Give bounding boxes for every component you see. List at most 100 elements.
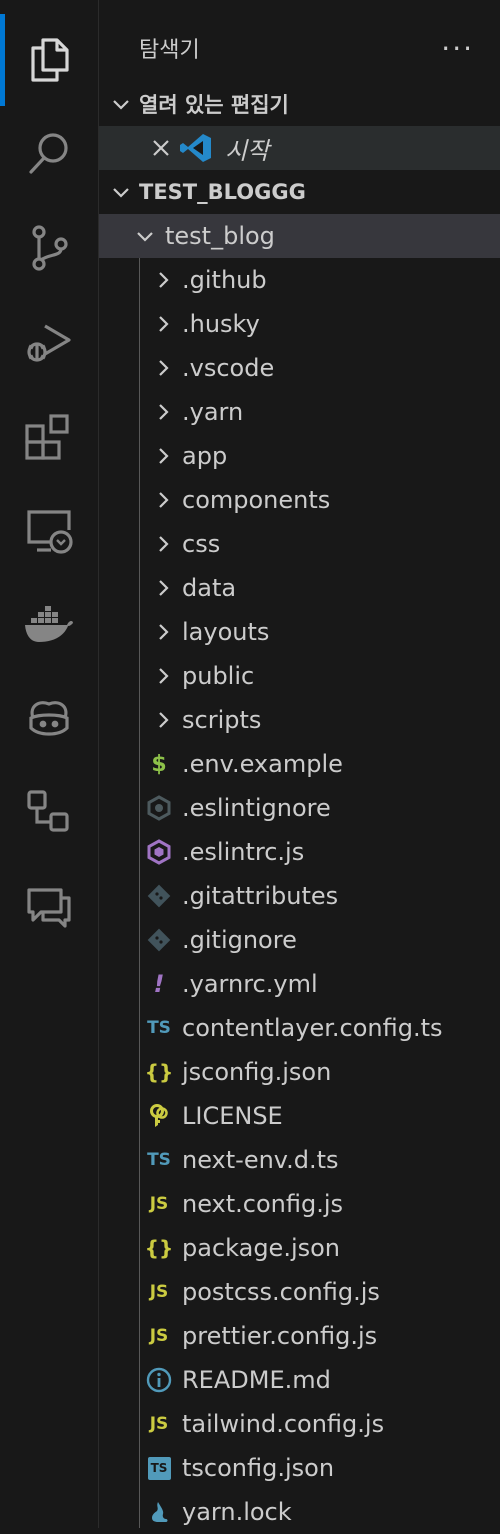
explorer-icon[interactable] — [0, 16, 98, 104]
explorer-sidebar: 탐색기 ··· 열려 있는 편집기 시작 TEST_BLOGGG test_bl… — [99, 0, 500, 1528]
typescript-icon: TS — [147, 1150, 171, 1170]
typescript-icon: TS — [147, 1018, 171, 1038]
git-icon — [147, 884, 171, 908]
folder-label: .github — [182, 266, 267, 294]
folder-row[interactable]: .vscode — [99, 346, 500, 390]
file-label: .gitignore — [182, 926, 297, 954]
file-row[interactable]: yarn.lock — [99, 1490, 500, 1534]
chevron-right-icon — [159, 580, 169, 596]
yarn-icon — [152, 1502, 168, 1522]
diagram-icon[interactable] — [0, 768, 98, 856]
javascript-icon: JS — [149, 1326, 169, 1346]
file-row[interactable]: .eslintignore — [99, 786, 500, 830]
chevron-right-icon — [159, 536, 169, 552]
file-label: .yarnrc.yml — [182, 970, 318, 998]
file-label: .env.example — [182, 750, 343, 778]
git-icon — [147, 928, 171, 952]
json-icon: {} — [144, 1060, 174, 1084]
file-row[interactable]: JS postcss.config.js — [99, 1270, 500, 1314]
remote-explorer-icon[interactable] — [0, 486, 98, 574]
chat-icon[interactable] — [0, 862, 98, 950]
folder-label: data — [182, 574, 237, 602]
github-copilot-icon[interactable] — [0, 674, 98, 762]
javascript-icon: JS — [149, 1414, 169, 1434]
folder-row[interactable]: css — [99, 522, 500, 566]
folder-row[interactable]: components — [99, 478, 500, 522]
open-editors-label: 열려 있는 편집기 — [139, 93, 289, 117]
chevron-right-icon — [159, 712, 169, 728]
folder-row[interactable]: .yarn — [99, 390, 500, 434]
file-label: yarn.lock — [182, 1498, 292, 1526]
close-icon[interactable] — [151, 138, 171, 158]
file-row[interactable]: ! .yarnrc.yml — [99, 962, 500, 1006]
file-row[interactable]: .gitignore — [99, 918, 500, 962]
source-control-icon[interactable] — [0, 204, 98, 292]
workspace-section-header[interactable]: TEST_BLOGGG — [99, 170, 500, 214]
file-row[interactable]: JS next.config.js — [99, 1182, 500, 1226]
info-icon — [146, 1367, 172, 1393]
folder-label: components — [182, 486, 331, 514]
chevron-down-icon — [113, 188, 129, 198]
explorer-title: 탐색기 — [139, 38, 200, 63]
folder-row[interactable]: layouts — [99, 610, 500, 654]
chevron-right-icon — [159, 316, 169, 332]
folder-row[interactable]: .husky — [99, 302, 500, 346]
yarnrc-icon: ! — [153, 970, 165, 998]
activity-bar — [0, 0, 99, 1528]
file-label: .eslintrc.js — [182, 838, 305, 866]
file-row[interactable]: TS tsconfig.json — [99, 1446, 500, 1490]
docker-icon[interactable] — [0, 580, 98, 668]
file-row[interactable]: JS tailwind.config.js — [99, 1402, 500, 1446]
file-label: README.md — [182, 1366, 331, 1394]
file-label: tailwind.config.js — [182, 1410, 385, 1438]
search-icon[interactable] — [0, 110, 98, 198]
folder-label: .yarn — [182, 398, 244, 426]
open-editors-section-header[interactable]: 열려 있는 편집기 — [99, 82, 500, 126]
chevron-right-icon — [159, 668, 169, 684]
chevron-down-icon — [137, 232, 153, 242]
file-row[interactable]: JS prettier.config.js — [99, 1314, 500, 1358]
file-label: next-env.d.ts — [182, 1146, 339, 1174]
file-label: postcss.config.js — [182, 1278, 380, 1306]
file-row[interactable]: .eslintrc.js — [99, 830, 500, 874]
root-folder-row[interactable]: test_blog — [99, 214, 500, 258]
extensions-icon[interactable] — [0, 392, 98, 480]
vscode-icon — [180, 134, 211, 162]
file-row[interactable]: {} package.json — [99, 1226, 500, 1270]
folder-row[interactable]: scripts — [99, 698, 500, 742]
file-label: jsconfig.json — [182, 1058, 332, 1086]
chevron-right-icon — [159, 448, 169, 464]
workspace-label: TEST_BLOGGG — [139, 180, 306, 204]
folder-row[interactable]: app — [99, 434, 500, 478]
file-row[interactable]: TS contentlayer.config.ts — [99, 1006, 500, 1050]
file-row[interactable]: .gitattributes — [99, 874, 500, 918]
javascript-icon: JS — [149, 1282, 169, 1302]
folder-label: scripts — [182, 706, 262, 734]
javascript-icon: JS — [149, 1194, 169, 1214]
tsconfig-icon: TS — [147, 1456, 171, 1480]
file-label: tsconfig.json — [182, 1454, 335, 1482]
file-row[interactable]: {} jsconfig.json — [99, 1050, 500, 1094]
folder-label: app — [182, 442, 228, 470]
run-debug-icon[interactable] — [0, 298, 98, 386]
file-row[interactable]: TS next-env.d.ts — [99, 1138, 500, 1182]
file-row[interactable]: LICENSE — [99, 1094, 500, 1138]
chevron-right-icon — [159, 360, 169, 376]
open-editor-item[interactable]: 시작 — [99, 126, 500, 170]
folder-row[interactable]: .github — [99, 258, 500, 302]
file-row[interactable]: $ .env.example — [99, 742, 500, 786]
chevron-right-icon — [159, 492, 169, 508]
eslint-icon — [147, 839, 171, 865]
file-label: prettier.config.js — [182, 1322, 378, 1350]
folder-row[interactable]: data — [99, 566, 500, 610]
file-label: .eslintignore — [182, 794, 331, 822]
open-editor-label: 시작 — [225, 136, 270, 165]
folder-row[interactable]: public — [99, 654, 500, 698]
file-label: next.config.js — [182, 1190, 344, 1218]
file-row[interactable]: README.md — [99, 1358, 500, 1402]
folder-label: css — [182, 530, 221, 558]
license-icon — [150, 1104, 168, 1127]
file-label: .gitattributes — [182, 882, 339, 910]
more-actions-icon[interactable]: ··· — [441, 30, 474, 66]
root-folder-label: test_blog — [165, 222, 275, 250]
